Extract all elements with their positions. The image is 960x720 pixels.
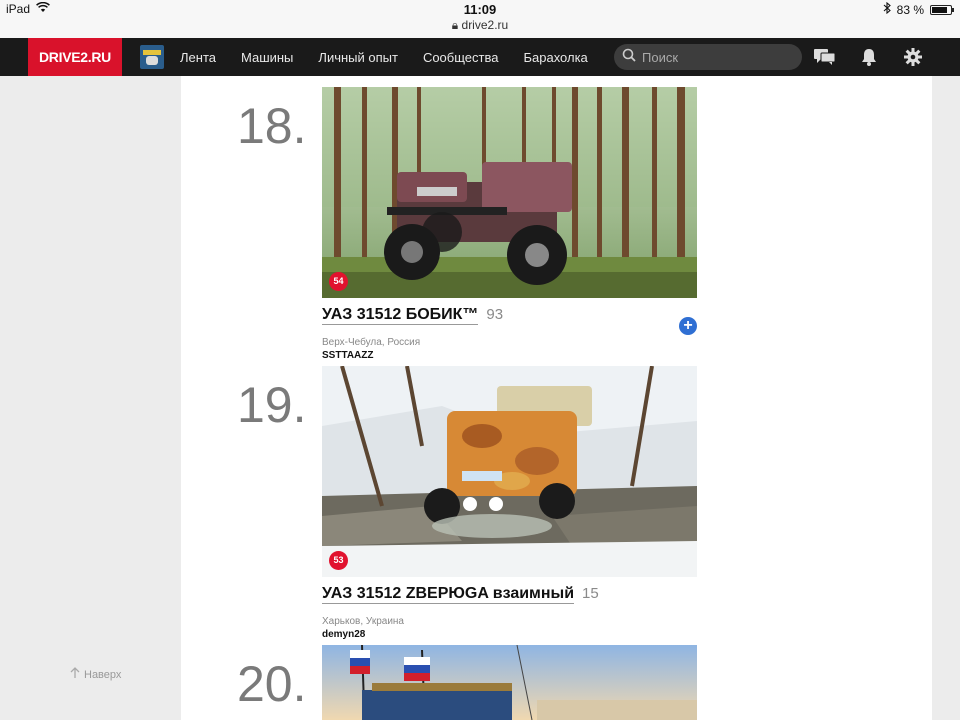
search-box[interactable] (614, 44, 802, 70)
lock-icon: 🔒︎ (451, 18, 459, 32)
nav-experience[interactable]: Личный опыт (318, 50, 398, 65)
back-to-top-label: Наверх (84, 668, 122, 681)
car-title-link[interactable]: УАЗ 31512 БОБИК™ (322, 306, 479, 325)
clock: 11:09 (463, 2, 497, 17)
list-item: 20. (181, 645, 932, 720)
bluetooth-icon (883, 1, 891, 17)
address-bar[interactable]: 🔒︎ drive2.ru (0, 18, 960, 33)
header-actions (814, 38, 924, 76)
ios-status-bar: iPad 11:09 🔒︎ drive2.ru 83 % (0, 0, 960, 38)
previous-entry-peek (322, 76, 697, 84)
car-location: Верх-Чебула, Россия (322, 337, 421, 348)
battery-percent: 83 % (896, 2, 924, 17)
site-logo[interactable]: DRIVE2.RU (28, 38, 122, 76)
rating-badge: 53 (329, 551, 348, 570)
rating-badge: 54 (329, 272, 348, 291)
rank-number: 20. (237, 656, 307, 712)
status-right: 83 % (883, 1, 954, 17)
follow-button[interactable]: + (679, 317, 697, 335)
bell-icon[interactable] (858, 46, 880, 68)
arrow-up-icon (70, 667, 80, 682)
car-title-link[interactable]: УАЗ 31512 ZBEPЮGA взаимный (322, 585, 575, 604)
nav-marketplace[interactable]: Барахолка (523, 50, 587, 65)
entry-title-row: УАЗ 31512 БОБИК™ 93 (322, 306, 697, 328)
list-item: 18. 54 УАЗ 31512 БОБИК™ 93 + Верх-Чебула… (181, 87, 932, 361)
car-photo[interactable] (322, 366, 697, 577)
nav-communities[interactable]: Сообщества (423, 50, 499, 65)
rank-number: 18. (237, 98, 307, 154)
url-text: drive2.ru (461, 18, 509, 32)
rank-number: 19. (237, 377, 307, 433)
car-photo[interactable] (322, 87, 697, 298)
entry-title-row: УАЗ 31512 ZBEPЮGA взаимный 15 (322, 585, 697, 607)
vote-count: 93 (486, 306, 504, 323)
back-to-top[interactable]: Наверх (70, 667, 121, 682)
main-content: 18. 54 УАЗ 31512 БОБИК™ 93 + Верх-Чебула… (181, 76, 932, 720)
site-header: DRIVE2.RU Лента Машины Личный опыт Сообщ… (0, 38, 960, 76)
battery-icon (930, 4, 954, 15)
user-avatar[interactable] (140, 45, 164, 69)
owner-link[interactable]: demyn28 (322, 629, 365, 640)
messages-icon[interactable] (814, 46, 836, 68)
nav-feed[interactable]: Лента (180, 50, 216, 65)
owner-link[interactable]: SSTTAAZZ (322, 350, 373, 361)
search-input[interactable] (642, 49, 792, 65)
gear-icon[interactable] (902, 46, 924, 68)
main-nav: Лента Машины Личный опыт Сообщества Бара… (180, 38, 588, 76)
list-item: 19. 53 УАЗ 31512 ZBEPЮGA взаимный 15 Хар… (181, 366, 932, 640)
car-location: Харьков, Украина (322, 616, 404, 627)
car-photo[interactable] (322, 645, 697, 720)
vote-count: 15 (582, 585, 599, 602)
search-icon (622, 48, 636, 67)
nav-cars[interactable]: Машины (241, 50, 293, 65)
